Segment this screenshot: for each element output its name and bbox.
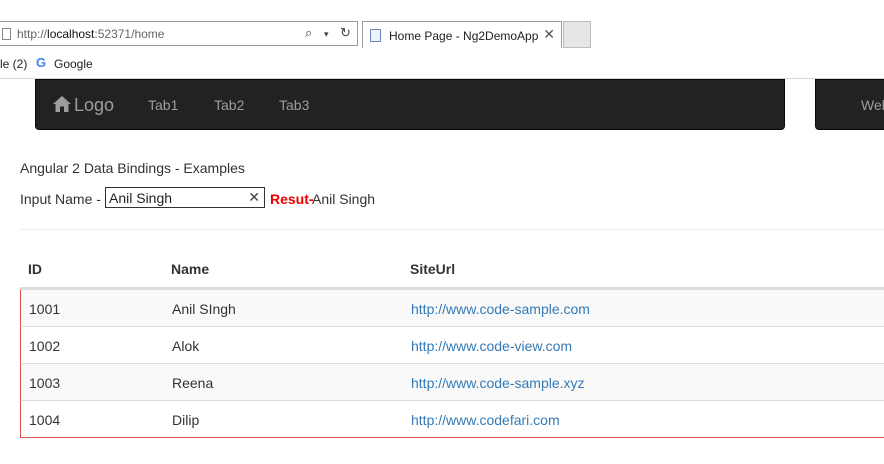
cell-url-link[interactable]: http://www.code-sample.com <box>411 301 590 317</box>
cell-name: Dilip <box>172 412 200 428</box>
table-row: 1001 Anil SIngh http://www.code-sample.c… <box>20 289 884 326</box>
cell-id: 1003 <box>29 375 61 391</box>
result-label: Resut- <box>270 191 314 207</box>
navbar: Logo Tab1 Tab2 Tab3 <box>35 79 785 130</box>
refresh-icon[interactable]: ↻ <box>340 25 351 41</box>
result-value: Anil Singh <box>312 191 376 207</box>
cell-id: 1002 <box>29 338 61 354</box>
nav-tab1[interactable]: Tab1 <box>148 97 178 113</box>
address-bar[interactable]: http://localhost:52371/home ⌕ ▾ ↻ <box>0 21 358 46</box>
favorites-bar: le (2) G Google <box>0 49 884 79</box>
home-icon <box>53 96 71 112</box>
cell-url-link[interactable]: http://www.code-sample.xyz <box>411 375 585 391</box>
cell-url-link[interactable]: http://www.code-view.com <box>411 338 572 354</box>
sites-table: ID Name SiteUrl 1001 Anil SIngh http://w… <box>20 250 884 438</box>
cell-name: Alok <box>172 338 200 354</box>
table-row: 1004 Dilip http://www.codefari.com <box>20 400 884 438</box>
name-input-box[interactable]: ✕ <box>105 187 265 208</box>
name-input[interactable] <box>107 188 249 207</box>
favorite-item[interactable]: le (2) <box>0 57 27 71</box>
google-icon: G <box>36 55 47 70</box>
page-favicon-icon <box>370 29 381 42</box>
nav-tab3[interactable]: Tab3 <box>279 97 309 113</box>
input-name-label: Input Name - <box>20 191 101 207</box>
brand-label: Logo <box>74 95 115 115</box>
address-url[interactable]: http://localhost:52371/home <box>17 27 164 41</box>
table-header: ID Name SiteUrl <box>20 250 884 289</box>
nav-tab2[interactable]: Tab2 <box>214 97 244 113</box>
cell-name: Reena <box>172 375 214 391</box>
browser-tab-home[interactable]: Home Page - Ng2DemoApp ✕ <box>362 21 562 48</box>
cell-url-link[interactable]: http://www.codefari.com <box>411 412 560 428</box>
name-input-row: Input Name - ✕ Resut- Anil Singh <box>20 187 720 209</box>
cell-name: Anil SIngh <box>172 301 236 317</box>
cell-id: 1001 <box>29 301 61 317</box>
clear-icon[interactable]: ✕ <box>248 189 260 206</box>
page-icon <box>2 28 11 40</box>
page-heading: Angular 2 Data Bindings - Examples <box>20 160 245 176</box>
new-tab-button[interactable] <box>563 21 591 48</box>
favorite-google[interactable]: Google <box>54 57 93 71</box>
navbar-right: Wel <box>815 79 884 130</box>
column-header-id: ID <box>28 261 42 277</box>
dropdown-icon[interactable]: ▾ <box>324 29 329 40</box>
column-header-name: Name <box>171 261 210 277</box>
close-tab-icon[interactable]: ✕ <box>543 26 555 43</box>
search-icon[interactable]: ⌕ <box>305 25 312 41</box>
table-row: 1003 Reena http://www.code-sample.xyz <box>20 363 884 400</box>
welcome-text: Wel <box>861 97 884 113</box>
table-row: 1002 Alok http://www.code-view.com <box>20 326 884 363</box>
tab-title: Home Page - Ng2DemoApp <box>389 29 539 43</box>
column-header-siteurl: SiteUrl <box>410 261 456 277</box>
cell-id: 1004 <box>29 412 61 428</box>
divider <box>20 229 884 230</box>
